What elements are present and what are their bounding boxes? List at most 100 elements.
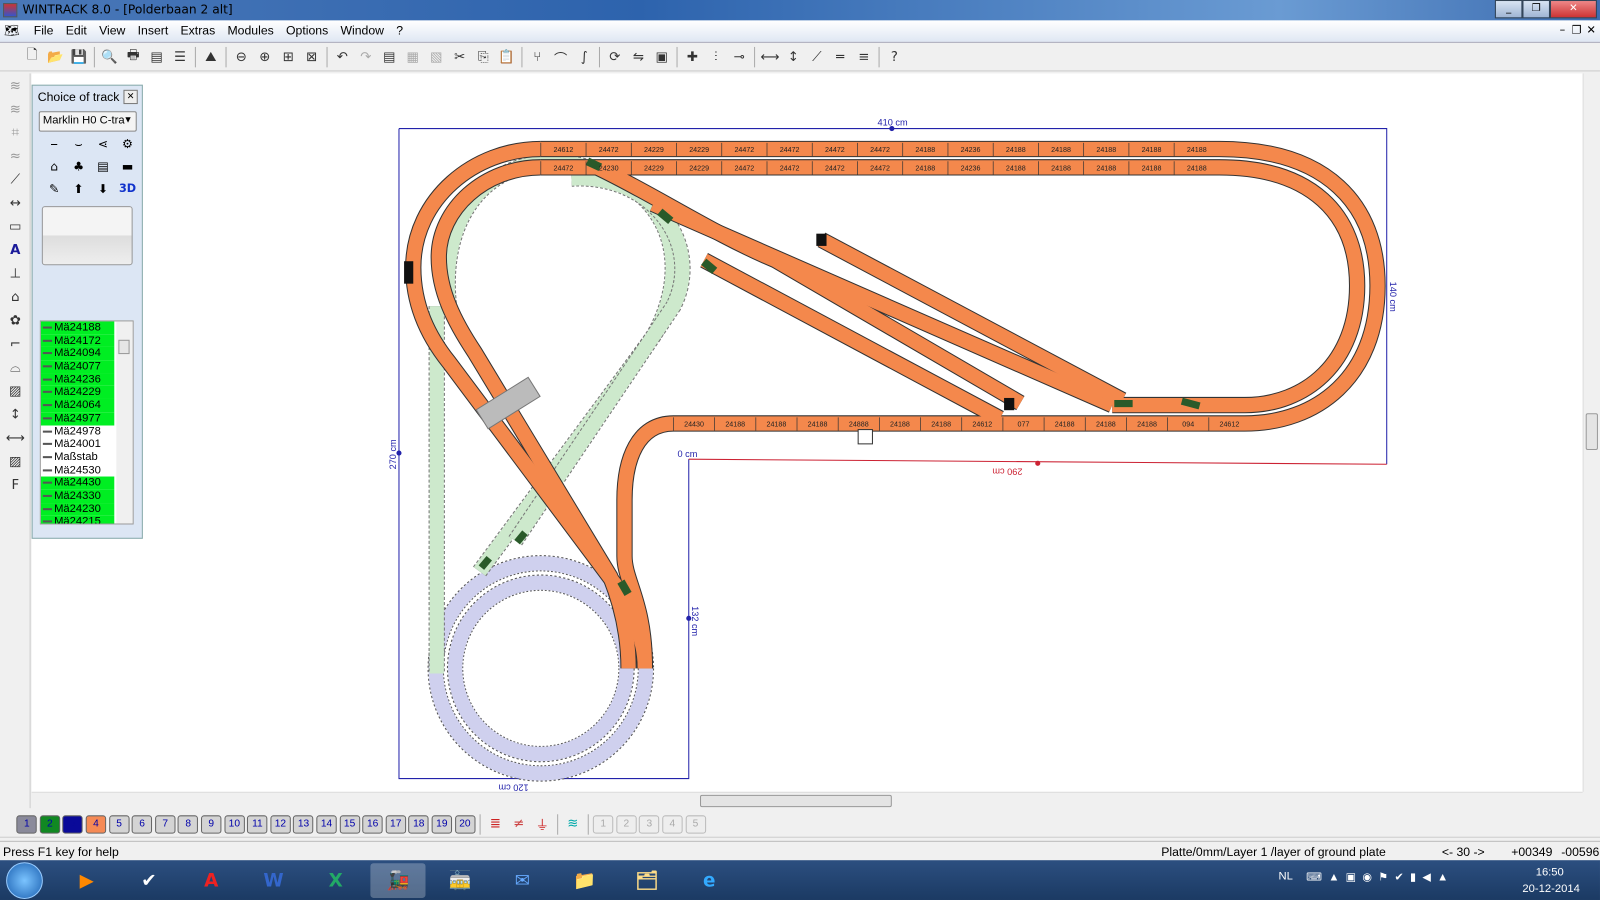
track-part-item[interactable]: Mä24001 — [41, 438, 114, 451]
track-part-item[interactable]: Mä24977 — [40, 412, 115, 425]
track-part-item[interactable]: Mä24188 — [40, 321, 115, 335]
dimension-icon[interactable]: ↔ — [2, 192, 29, 214]
document-icon[interactable]: 🗺 — [0, 20, 24, 40]
measure-icon[interactable]: ⟷ — [760, 47, 780, 67]
landscape-icon[interactable]: ⛰ — [201, 47, 221, 67]
layer-button-17[interactable]: 17 — [385, 814, 406, 834]
track-part-item[interactable]: Mä24064 — [40, 399, 115, 413]
switch-icon[interactable]: ⑂ — [527, 47, 547, 67]
vertical-scrollbar[interactable] — [1582, 73, 1600, 792]
media-player-icon[interactable]: ▶ — [59, 863, 114, 898]
print-icon[interactable]: 🖶 — [123, 47, 143, 67]
layer-button-19[interactable]: 19 — [431, 814, 453, 834]
zoom-out-icon[interactable]: ⊖ — [231, 47, 251, 67]
module-button-5[interactable]: 5 — [685, 814, 706, 834]
terrain-icon[interactable]: ⌓ — [2, 356, 29, 378]
menu-file[interactable]: File — [28, 20, 60, 40]
building-icon[interactable]: ⌂ — [2, 286, 29, 308]
track-system-select[interactable]: Marklin H0 C-tra ▼ — [38, 111, 137, 132]
save-icon[interactable]: 💾 — [69, 47, 89, 67]
folder-icon[interactable]: 🗂 — [619, 863, 674, 898]
3d-icon[interactable]: 3D — [118, 182, 136, 200]
track-icon[interactable]: ═ — [830, 47, 850, 67]
horizontal-scrollbar[interactable] — [31, 791, 1583, 810]
menu-modules[interactable]: Modules — [221, 20, 280, 40]
tray-icons[interactable]: ⌨▲▣◉⚑✔▮◀▲ — [1306, 870, 1454, 883]
word-icon[interactable]: W — [246, 863, 301, 898]
zoom-window-icon[interactable]: ⊞ — [278, 47, 298, 67]
height-marker-icon[interactable]: ⊥ — [2, 262, 29, 284]
menu-insert[interactable]: Insert — [132, 20, 175, 40]
text-icon[interactable]: A — [2, 239, 29, 261]
copy-disabled-icon[interactable]: ▦ — [403, 47, 423, 67]
group-icon[interactable]: ▣ — [652, 47, 672, 67]
menu-help[interactable]: ? — [390, 20, 409, 40]
frame-icon[interactable]: ▭ — [2, 215, 29, 237]
module-button-1[interactable]: 1 — [593, 814, 614, 834]
layer-button-3[interactable]: 3 — [62, 814, 84, 834]
clock-time[interactable]: 16:50 — [1536, 866, 1564, 878]
undo-icon[interactable]: ↶ — [332, 47, 352, 67]
straight-track-icon[interactable]: ⎯ — [45, 137, 63, 155]
tasks-icon[interactable]: ✔ — [121, 863, 176, 898]
layer-button-12[interactable]: 12 — [270, 814, 291, 834]
app-icon[interactable] — [3, 3, 18, 18]
list-scrollbar[interactable] — [116, 321, 133, 524]
picture-icon[interactable]: ▨ — [2, 380, 29, 402]
clock-date[interactable]: 20-12-2014 — [1522, 883, 1579, 895]
spacing-icon[interactable]: ↕ — [2, 403, 29, 425]
excel-icon[interactable]: X — [308, 863, 363, 898]
layer-button-2[interactable]: 2 — [39, 814, 61, 834]
ie-icon[interactable]: e — [682, 863, 737, 898]
stairs-icon[interactable]: ⌐ — [2, 333, 29, 355]
drawing-canvas[interactable]: 24612 24472 24229 24229 24472 24472 24472 24472… — [31, 73, 1583, 793]
layer-button-13[interactable]: 13 — [293, 814, 314, 834]
vertical-scroll-thumb[interactable] — [1585, 413, 1598, 450]
menu-view[interactable]: View — [93, 20, 132, 40]
track-part-item[interactable]: Mä24230 — [40, 502, 115, 516]
track-part-item[interactable]: Mä24172 — [40, 334, 115, 348]
close-button[interactable]: ✕ — [1549, 0, 1597, 19]
switch-icon[interactable]: ⋖ — [94, 137, 112, 155]
paint-icon[interactable]: ✎ — [45, 182, 63, 200]
layer-button-5[interactable]: 5 — [108, 814, 130, 834]
layer-button-1[interactable]: 1 — [16, 814, 38, 834]
new-icon[interactable]: 🗋 — [22, 47, 42, 67]
paste-disabled-icon[interactable]: ▧ — [426, 47, 446, 67]
copy-icon[interactable]: ⎘ — [473, 47, 493, 67]
track-parts-list[interactable]: Mä24188 Mä24172 Mä24094 Mä24077 Mä24236 Mä242… — [39, 320, 134, 525]
redo-icon[interactable]: ↷ — [356, 47, 376, 67]
print-setup-icon[interactable]: ▤ — [146, 47, 166, 67]
explorer-icon[interactable]: 📁 — [557, 863, 612, 898]
landscape-icon[interactable]: ✿ — [2, 309, 29, 331]
layer-button-9[interactable]: 9 — [201, 814, 222, 834]
start-button[interactable] — [6, 862, 43, 899]
marker-box[interactable] — [857, 429, 873, 445]
turntable-icon[interactable]: ⚙ — [118, 137, 136, 155]
tree-icon[interactable]: ♣ — [69, 159, 87, 177]
track-part-item[interactable]: Mä24530 — [41, 464, 114, 477]
open-icon[interactable]: 📂 — [45, 47, 65, 67]
mirror-icon[interactable]: ⇋ — [628, 47, 648, 67]
module-button-2[interactable]: 2 — [616, 814, 637, 834]
rotate-icon[interactable]: ⟳ — [605, 47, 625, 67]
track-part-item[interactable]: Mä24077 — [40, 360, 115, 374]
track-part-item[interactable]: Mä24229 — [40, 386, 115, 400]
signal-icon[interactable]: ⌂ — [45, 159, 63, 177]
doc-close-button[interactable]: ✕ — [1586, 23, 1595, 36]
menu-options[interactable]: Options — [280, 20, 334, 40]
doc-restore-button[interactable]: ❐ — [1572, 23, 1582, 36]
hatch-icon[interactable]: ▨ — [2, 450, 29, 472]
layer-button-11[interactable]: 11 — [247, 814, 268, 834]
track-part-item[interactable]: Mä24236 — [40, 373, 115, 387]
measure-icon[interactable]: ⟷ — [2, 427, 29, 449]
connect-icon[interactable]: ✚ — [682, 47, 702, 67]
layer-button-20[interactable]: 20 — [454, 814, 476, 834]
track-part-item[interactable]: Mä24094 — [40, 347, 115, 361]
up-icon[interactable]: ⬆ — [69, 182, 87, 200]
doc-minimize-button[interactable]: – — [1560, 23, 1566, 36]
split-icon[interactable]: ⫶ — [706, 47, 726, 67]
menu-edit[interactable]: Edit — [60, 20, 93, 40]
flex-track-icon[interactable]: ≋ — [2, 74, 29, 96]
wintrack-icon[interactable]: 🚂 — [370, 863, 426, 898]
